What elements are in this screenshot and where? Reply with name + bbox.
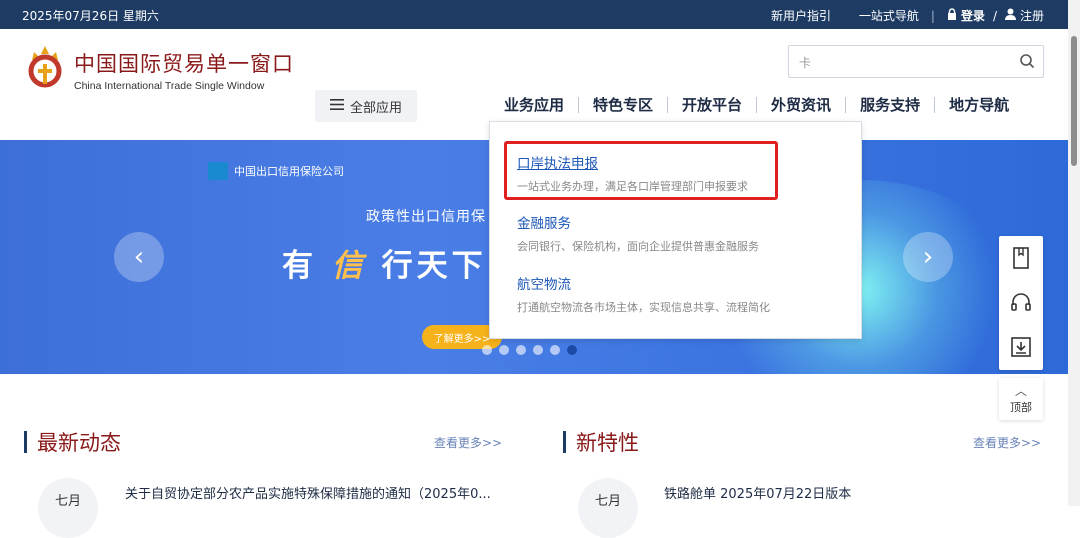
bookmark-icon[interactable]: [1009, 246, 1033, 270]
nav-featured-zone[interactable]: 特色专区: [579, 94, 667, 115]
site-title-en: China International Trade Single Window: [74, 80, 265, 92]
slash: /: [992, 8, 997, 23]
view-more-link[interactable]: 查看更多>>: [434, 434, 502, 451]
current-date: 2025年07月26日 星期六: [22, 9, 159, 23]
dropdown-item-title[interactable]: 航空物流: [517, 273, 770, 293]
nav-service-support[interactable]: 服务支持: [846, 94, 934, 115]
slogan-part: 有: [282, 248, 317, 284]
banner-next-arrow-icon[interactable]: ›: [903, 232, 953, 282]
search-input[interactable]: [797, 52, 1011, 72]
news-item-title[interactable]: 关于自贸协定部分农产品实施特殊保障措施的通知（2025年0...: [125, 483, 491, 502]
banner-prev-arrow-icon[interactable]: ‹: [114, 232, 164, 282]
banner-company: 中国出口信用保险公司: [208, 162, 344, 180]
section-marker: [24, 431, 27, 453]
register-link[interactable]: 注册: [1020, 7, 1044, 24]
banner-slogan: 有 信 行天下: [282, 240, 487, 285]
search-icon[interactable]: [1019, 53, 1035, 69]
date-badge: 七月: [38, 478, 98, 538]
page-scrollbar[interactable]: [1068, 0, 1080, 506]
month-label: 七月: [594, 494, 621, 509]
view-more-link[interactable]: 查看更多>>: [973, 434, 1041, 451]
site-title-cn: 中国国际贸易单一窗口: [74, 52, 294, 76]
section-heading: 新特性: [576, 431, 639, 455]
back-to-top-button[interactable]: ︿ 顶部: [999, 378, 1043, 420]
divider: |: [930, 8, 935, 23]
nav-trade-news[interactable]: 外贸资讯: [757, 94, 845, 115]
banner-dot[interactable]: [482, 345, 492, 355]
nav-business-apps[interactable]: 业务应用: [490, 94, 578, 115]
month-label: 七月: [54, 494, 81, 509]
lock-icon: [947, 8, 957, 23]
search-box[interactable]: [788, 45, 1044, 78]
banner-dot-active[interactable]: [567, 345, 577, 355]
nav-local-navigation[interactable]: 地方导航: [935, 94, 1023, 115]
slogan-highlight: 信: [331, 248, 367, 284]
sinosure-logo-icon: [208, 162, 228, 180]
nav-open-platform[interactable]: 开放平台: [668, 94, 756, 115]
menu-icon: [329, 98, 344, 114]
new-user-guide-link[interactable]: 新用户指引: [771, 7, 831, 24]
dropdown-item-air-logistics[interactable]: 航空物流 打通航空物流各市场主体，实现信息共享、流程简化: [517, 273, 770, 315]
headset-icon[interactable]: [1009, 291, 1033, 315]
single-window-logo[interactable]: [24, 44, 66, 90]
annotation-highlight-box: [504, 141, 778, 200]
banner-dot[interactable]: [533, 345, 543, 355]
floating-toolbar: [999, 236, 1043, 370]
login-link[interactable]: 登录: [961, 7, 985, 24]
banner-subtitle: 政策性出口信用保: [366, 209, 486, 225]
slogan-part: 行天下: [381, 248, 487, 284]
main-nav: 业务应用 特色专区 开放平台 外贸资讯 服务支持 地方导航: [490, 94, 1023, 115]
dropdown-item-financial-services[interactable]: 金融服务 会同银行、保险机构，面向企业提供普惠金融服务: [517, 212, 759, 254]
section-marker: [563, 431, 566, 453]
top-bar: 2025年07月26日 星期六 新用户指引 一站式导航 | 登录 / 注册: [0, 0, 1080, 29]
dropdown-item-desc: 打通航空物流各市场主体，实现信息共享、流程简化: [517, 301, 770, 314]
one-stop-nav-link[interactable]: 一站式导航: [859, 7, 919, 24]
top-links: 新用户指引 一站式导航 | 登录 / 注册: [771, 7, 1044, 24]
dropdown-item-title[interactable]: 金融服务: [517, 212, 759, 232]
banner-dot[interactable]: [550, 345, 560, 355]
user-icon: [1004, 8, 1016, 23]
all-apps-label: 全部应用: [349, 100, 402, 116]
dropdown-item-desc: 会同银行、保险机构，面向企业提供普惠金融服务: [517, 240, 759, 253]
banner-dot[interactable]: [516, 345, 526, 355]
all-apps-button[interactable]: 全部应用: [315, 90, 417, 122]
divider: [843, 9, 847, 23]
chevron-up-icon: ︿: [1014, 384, 1027, 398]
date-badge: 七月: [578, 478, 638, 538]
banner-dot[interactable]: [499, 345, 509, 355]
scrollbar-thumb[interactable]: [1071, 36, 1077, 166]
banner-pagination: [482, 345, 577, 355]
feature-item-title[interactable]: 铁路舱单 2025年07月22日版本: [664, 483, 851, 502]
back-to-top-label: 顶部: [1010, 401, 1032, 414]
banner-company-name: 中国出口信用保险公司: [234, 165, 344, 178]
download-icon[interactable]: [1009, 335, 1033, 359]
section-heading: 最新动态: [37, 431, 121, 455]
